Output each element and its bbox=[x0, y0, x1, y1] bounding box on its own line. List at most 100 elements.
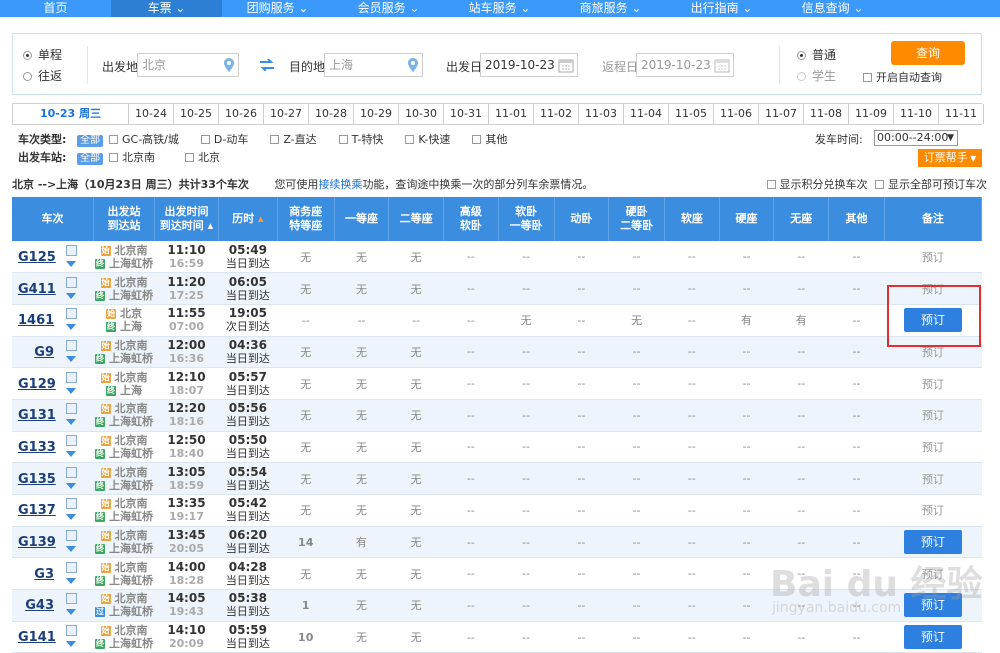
expand-arrow-icon[interactable] bbox=[66, 419, 76, 426]
train-type-checkbox[interactable]: Z-直达 bbox=[270, 133, 317, 146]
expand-arrow-icon[interactable] bbox=[66, 609, 76, 616]
train-number-link[interactable]: 1461 bbox=[18, 313, 54, 328]
from-station: 始北京南 bbox=[100, 592, 148, 606]
times-cell: 14:00 18:28 bbox=[154, 557, 219, 591]
nav-item[interactable]: 团购服务 ⌄ bbox=[222, 0, 333, 17]
train-info-icon[interactable] bbox=[66, 276, 77, 288]
date-tab[interactable]: 11-01 bbox=[489, 104, 534, 124]
date-tab[interactable]: 11-09 bbox=[849, 104, 894, 124]
book-button[interactable]: 预订 bbox=[903, 530, 962, 555]
train-number-link[interactable]: G411 bbox=[18, 282, 56, 297]
date-tab[interactable]: 10-28 bbox=[309, 104, 354, 124]
expand-arrow-icon[interactable] bbox=[66, 450, 76, 457]
train-info-icon[interactable] bbox=[66, 561, 77, 573]
train-type-checkbox[interactable]: 其他 bbox=[472, 133, 507, 146]
date-tab[interactable]: 11-02 bbox=[534, 104, 579, 124]
station-checkbox[interactable]: 北京南 bbox=[109, 151, 155, 164]
station-checkbox[interactable]: 北京 bbox=[185, 151, 220, 164]
train-type-checkbox[interactable]: GC-高铁/城 bbox=[109, 133, 179, 146]
train-info-icon[interactable] bbox=[66, 625, 77, 637]
date-tab[interactable]: 10-29 bbox=[354, 104, 399, 124]
nav-item[interactable]: 会员服务 ⌄ bbox=[333, 0, 444, 17]
depart-time-select[interactable]: 00:00--24:00 ▼ bbox=[874, 130, 958, 146]
date-tab[interactable]: 10-26 bbox=[219, 104, 264, 124]
train-number-link[interactable]: G43 bbox=[18, 598, 54, 613]
train-info-icon[interactable] bbox=[66, 308, 77, 320]
date-tab[interactable]: 11-04 bbox=[624, 104, 669, 124]
expand-arrow-icon[interactable] bbox=[66, 482, 76, 489]
train-number-link[interactable]: G135 bbox=[18, 472, 56, 487]
to-input[interactable]: 上海 bbox=[324, 53, 423, 77]
expand-arrow-icon[interactable] bbox=[66, 292, 76, 299]
train-type-checkbox[interactable]: K-快速 bbox=[405, 133, 450, 146]
one-way-radio[interactable]: 单程 bbox=[23, 46, 62, 63]
date-tab[interactable]: 11-07 bbox=[759, 104, 804, 124]
train-info-icon[interactable] bbox=[66, 339, 77, 351]
train-number-link[interactable]: G125 bbox=[18, 250, 56, 265]
date-tab[interactable]: 10-23 周三 bbox=[13, 104, 129, 124]
all-bookable-checkbox[interactable]: 显示全部可预订车次 bbox=[875, 178, 987, 191]
train-type-checkbox[interactable]: T-特快 bbox=[338, 133, 383, 146]
auto-query-checkbox[interactable]: 开启自动查询 bbox=[863, 69, 942, 85]
column-header[interactable]: 历时 ▴ bbox=[218, 197, 278, 241]
expand-arrow-icon[interactable] bbox=[66, 355, 76, 362]
train-info-icon[interactable] bbox=[66, 403, 77, 415]
train-info-icon[interactable] bbox=[66, 530, 77, 542]
all-types-tag[interactable]: 全部 bbox=[77, 135, 103, 147]
train-number-link[interactable]: G141 bbox=[18, 630, 56, 645]
train-number-link[interactable]: G9 bbox=[18, 345, 54, 360]
train-info-icon[interactable] bbox=[66, 434, 77, 446]
query-button[interactable]: 查询 bbox=[891, 41, 965, 65]
arrive-time: 20:09 bbox=[168, 637, 204, 651]
round-trip-radio[interactable]: 往返 bbox=[23, 67, 62, 84]
date-tab[interactable]: 11-08 bbox=[804, 104, 849, 124]
normal-radio[interactable]: 普通 bbox=[797, 46, 836, 63]
student-radio[interactable]: 学生 bbox=[797, 67, 836, 84]
points-checkbox[interactable]: 显示积分兑换车次 bbox=[766, 178, 868, 191]
date-tab[interactable]: 11-05 bbox=[669, 104, 714, 124]
nav-item[interactable]: 车票 ⌄ bbox=[111, 0, 222, 17]
expand-arrow-icon[interactable] bbox=[66, 641, 76, 648]
booking-helper-button[interactable]: 订票帮手 ▼ bbox=[918, 149, 982, 167]
return-date-input[interactable]: 2019-10-23 bbox=[636, 53, 734, 77]
nav-item[interactable]: 站车服务 ⌄ bbox=[444, 0, 555, 17]
nav-item[interactable]: 信息查询 ⌄ bbox=[777, 0, 888, 17]
book-button[interactable]: 预订 bbox=[903, 625, 962, 650]
date-tab[interactable]: 11-03 bbox=[579, 104, 624, 124]
expand-arrow-icon[interactable] bbox=[66, 260, 76, 267]
nav-item[interactable]: 首页 bbox=[0, 0, 111, 17]
date-tab[interactable]: 11-11 bbox=[939, 104, 984, 124]
date-tab[interactable]: 10-30 bbox=[399, 104, 444, 124]
nav-item[interactable]: 出行指南 ⌄ bbox=[666, 0, 777, 17]
train-info-icon[interactable] bbox=[66, 371, 77, 383]
transfer-link[interactable]: 接续换乘 bbox=[318, 178, 362, 191]
all-stations-tag[interactable]: 全部 bbox=[77, 153, 103, 165]
expand-arrow-icon[interactable] bbox=[66, 324, 76, 331]
date-tab[interactable]: 10-25 bbox=[174, 104, 219, 124]
train-info-icon[interactable] bbox=[66, 466, 77, 478]
train-type-checkbox[interactable]: D-动车 bbox=[200, 133, 248, 146]
date-tab[interactable]: 10-27 bbox=[264, 104, 309, 124]
depart-date-input[interactable]: 2019-10-23 bbox=[480, 53, 578, 77]
nav-item[interactable]: 商旅服务 ⌄ bbox=[555, 0, 666, 17]
train-number-link[interactable]: G139 bbox=[18, 535, 56, 550]
date-tab[interactable]: 11-06 bbox=[714, 104, 759, 124]
expand-arrow-icon[interactable] bbox=[66, 546, 76, 553]
train-info-icon[interactable] bbox=[66, 244, 77, 256]
train-number-link[interactable]: G129 bbox=[18, 377, 56, 392]
expand-arrow-icon[interactable] bbox=[66, 387, 76, 394]
swap-icon[interactable] bbox=[259, 59, 275, 71]
train-info-icon[interactable] bbox=[66, 593, 77, 605]
date-tab[interactable]: 10-24 bbox=[129, 104, 174, 124]
train-number-link[interactable]: G3 bbox=[18, 567, 54, 582]
train-number-link[interactable]: G133 bbox=[18, 440, 56, 455]
from-input[interactable]: 北京 bbox=[137, 53, 239, 77]
expand-arrow-icon[interactable] bbox=[66, 514, 76, 521]
date-tab[interactable]: 10-31 bbox=[444, 104, 489, 124]
expand-arrow-icon[interactable] bbox=[66, 577, 76, 584]
train-number-link[interactable]: G137 bbox=[18, 503, 56, 518]
train-number-link[interactable]: G131 bbox=[18, 408, 56, 423]
date-tab[interactable]: 11-10 bbox=[894, 104, 939, 124]
train-info-icon[interactable] bbox=[66, 498, 77, 510]
column-header[interactable]: 出发时间 到达时间 ▴ bbox=[154, 197, 219, 241]
